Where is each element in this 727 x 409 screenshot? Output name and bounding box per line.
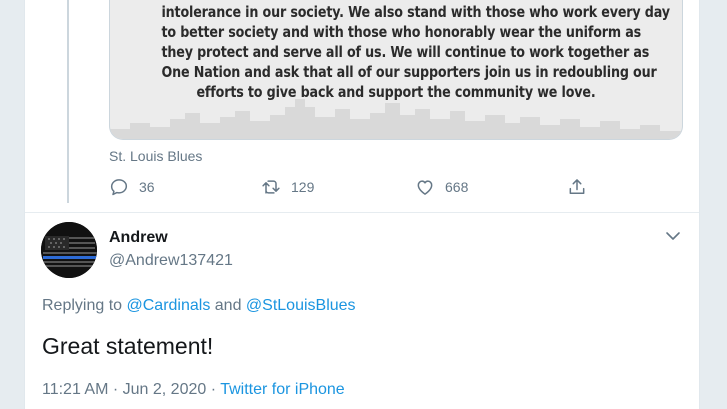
tweet-metadata: 11:21 AM · Jun 2, 2020 · Twitter for iPh…: [42, 381, 345, 399]
replying-prefix: Replying to: [42, 297, 127, 314]
separator-dot: ·: [206, 381, 221, 398]
statement-line: to better society and with those who hon…: [161, 23, 642, 41]
quoted-tweet-actions: 36 129 668: [109, 177, 609, 203]
share-button[interactable]: [567, 177, 597, 197]
tweet-client-link[interactable]: Twitter for iPhone: [220, 381, 345, 398]
city-skyline-graphic: [110, 99, 682, 139]
replying-and: and: [210, 297, 246, 314]
reply-icon: [110, 179, 128, 196]
replying-to-line: Replying to @Cardinals and @StLouisBlues: [42, 297, 356, 315]
mention-stlouisblues[interactable]: @StLouisBlues: [246, 297, 356, 314]
thread-connector-line: [67, 0, 69, 203]
user-display-name[interactable]: Andrew: [109, 229, 168, 247]
quoted-tweet-image[interactable]: intolerance in our society. We also stan…: [109, 0, 683, 140]
retweet-count: 129: [291, 179, 315, 195]
reply-button[interactable]: 36: [109, 177, 155, 197]
divider: [25, 212, 699, 213]
tweet-time[interactable]: 11:21 AM: [42, 381, 108, 398]
retweet-button[interactable]: 129: [261, 177, 314, 197]
statement-line: they protect and serve all of us. We wil…: [161, 43, 650, 61]
separator-dot: ·: [108, 381, 123, 398]
chevron-down-icon: [666, 232, 680, 240]
reply-count: 36: [139, 179, 155, 195]
avatar[interactable]: [41, 222, 97, 278]
more-options-button[interactable]: [663, 226, 683, 246]
tweet-thread-card: intolerance in our society. We also stan…: [24, 0, 700, 409]
like-button[interactable]: 668: [415, 177, 468, 197]
share-icon: [569, 179, 585, 194]
like-icon: [417, 180, 433, 195]
tweet-date[interactable]: Jun 2, 2020: [123, 381, 207, 398]
user-handle[interactable]: @Andrew137421: [109, 252, 233, 270]
thin-blue-line-flag-image: [41, 222, 97, 278]
tweet-text: Great statement!: [42, 333, 214, 359]
statement-text: intolerance in our society. We also stan…: [161, 2, 670, 102]
quoted-tweet-source[interactable]: St. Louis Blues: [109, 148, 202, 164]
mention-cardinals[interactable]: @Cardinals: [127, 297, 211, 314]
statement-line: One Nation and ask that all of our suppo…: [161, 63, 657, 81]
retweet-icon: [262, 180, 280, 194]
like-count: 668: [445, 179, 469, 195]
statement-line: intolerance in our society. We also stan…: [161, 3, 670, 21]
